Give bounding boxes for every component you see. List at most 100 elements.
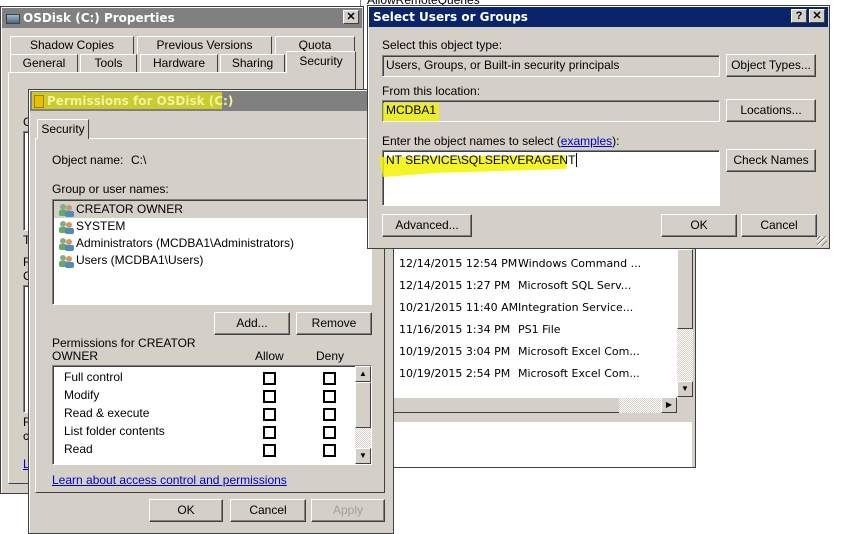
drive-icon <box>6 13 20 24</box>
permissions-ok-button[interactable]: OK <box>149 499 223 522</box>
explorer-vscroll-track[interactable] <box>677 329 693 381</box>
deny-checkbox[interactable] <box>323 444 336 457</box>
explorer-row-type[interactable]: Integration Service... <box>518 301 633 314</box>
group-names-list[interactable]: CREATOR OWNER SYSTEM Administrators (MCDBA… <box>52 199 372 305</box>
perm-scroll-thumb[interactable] <box>355 382 371 428</box>
permission-name: Modify <box>64 388 100 402</box>
select-cancel-button[interactable]: Cancel <box>741 214 817 237</box>
allow-checkbox[interactable] <box>263 426 276 439</box>
permissions-apply-button: Apply <box>311 499 385 522</box>
user-list-item[interactable]: Administrators (MCDBA1\Administrators) <box>54 235 370 252</box>
deny-header: Deny <box>316 349 345 363</box>
allow-checkbox[interactable] <box>263 408 276 421</box>
tab-shadow-copies[interactable]: Shadow Copies <box>10 36 134 54</box>
properties-title-bar: OSDisk (C:) Properties <box>2 8 362 28</box>
properties-close-button[interactable]: ✕ <box>343 10 359 24</box>
explorer-scroll-right-button[interactable]: ▶ <box>661 397 677 413</box>
perm-scroll-up-button[interactable]: ▲ <box>355 366 371 382</box>
learn-access-control-link[interactable]: Learn about access control and permissio… <box>52 473 287 487</box>
perm-scroll-track[interactable] <box>355 428 371 448</box>
permissions-tab-panel: Object name: C:\ Group or user names: CR… <box>35 138 385 493</box>
tab-previous-versions[interactable]: Previous Versions <box>137 36 272 54</box>
folder-icon <box>34 95 44 108</box>
advanced-button[interactable]: Advanced... <box>382 214 472 237</box>
deny-checkbox[interactable] <box>323 390 336 403</box>
explorer-row-type[interactable]: Microsoft Excel Com... <box>518 345 640 358</box>
tab-general[interactable]: General <box>10 54 78 72</box>
explorer-row-date[interactable]: 12/14/2015 1:27 PM <box>399 279 510 292</box>
enter-names-label: Enter the object names to select (exampl… <box>382 134 620 148</box>
user-name: SYSTEM <box>76 219 126 233</box>
permissions-dialog: Permissions for OSDisk (C:) Security Obj… <box>28 89 394 534</box>
check-names-button[interactable]: Check Names <box>726 149 816 172</box>
users-group-icon <box>58 254 74 268</box>
explorer-row-type[interactable]: Windows Command ... <box>518 257 641 270</box>
permission-name: Read <box>64 442 93 456</box>
select-users-dialog: Select Users or Groups ? ✕ Select this o… <box>367 5 830 249</box>
select-close-button[interactable]: ✕ <box>809 9 825 23</box>
permission-name: Read & execute <box>64 406 150 420</box>
users-group-icon <box>58 203 74 217</box>
tab-security[interactable]: Security <box>286 51 356 73</box>
locations-button[interactable]: Locations... <box>726 99 816 122</box>
add-button[interactable]: Add... <box>214 312 290 335</box>
deny-checkbox[interactable] <box>323 408 336 421</box>
explorer-details-pane <box>393 421 692 467</box>
user-name: CREATOR OWNER <box>76 202 183 216</box>
location-label: From this location: <box>382 84 481 98</box>
explorer-row-date[interactable]: 12/14/2015 12:54 PM <box>399 257 517 270</box>
explorer-hscroll-track[interactable] <box>619 398 663 413</box>
explorer-row-date[interactable]: 10/19/2015 2:54 PM <box>399 367 510 380</box>
allow-header: Allow <box>255 349 284 363</box>
text-cursor <box>576 153 578 167</box>
permissions-for-label-2: OWNER <box>52 349 98 363</box>
explorer-row-date[interactable]: 10/19/2015 3:04 PM <box>399 345 510 358</box>
permission-name: List folder contents <box>64 424 165 438</box>
examples-link[interactable]: examples <box>561 134 612 148</box>
tab-hardware[interactable]: Hardware <box>140 54 218 72</box>
explorer-row-date[interactable]: 11/16/2015 1:34 PM <box>399 323 510 336</box>
background-explorer-list: 12/14/2015 12:54 PM Windows Command ... 12… <box>385 248 696 468</box>
explorer-scroll-down-button[interactable]: ▼ <box>677 381 693 397</box>
object-types-button[interactable]: Object Types... <box>726 54 816 77</box>
tab-sharing[interactable]: Sharing <box>220 54 285 72</box>
user-list-item[interactable]: CREATOR OWNER <box>54 201 370 218</box>
object-name-value: C:\ <box>131 153 147 167</box>
object-type-field: Users, Groups, or Built-in security prin… <box>382 55 720 77</box>
allow-checkbox[interactable] <box>263 372 276 385</box>
users-group-icon <box>58 220 74 234</box>
help-button[interactable]: ? <box>791 9 807 23</box>
permissions-title-bar: Permissions for OSDisk (C:) <box>30 91 392 111</box>
select-ok-button[interactable]: OK <box>661 214 737 237</box>
group-names-label: Group or user names: <box>52 182 169 196</box>
object-name-label: Object name: <box>52 153 124 167</box>
select-users-title: Select Users or Groups <box>373 10 528 24</box>
deny-checkbox[interactable] <box>323 426 336 439</box>
explorer-row-type[interactable]: Microsoft Excel Com... <box>518 367 640 380</box>
permissions-title: Permissions for OSDisk (C:) <box>47 94 234 108</box>
location-field: MCDBA1 <box>382 100 720 122</box>
explorer-file-list: 12/14/2015 12:54 PM Windows Command ... 12… <box>393 249 678 399</box>
explorer-vscroll-thumb[interactable] <box>677 249 693 329</box>
tab-permissions-security[interactable]: Security <box>37 119 89 139</box>
perm-scroll-down-button[interactable]: ▼ <box>355 448 371 464</box>
allow-checkbox[interactable] <box>263 444 276 457</box>
explorer-row-date[interactable]: 10/21/2015 11:40 AM <box>399 301 518 314</box>
allow-checkbox[interactable] <box>263 390 276 403</box>
object-type-label: Select this object type: <box>382 38 503 52</box>
permissions-for-label-1: Permissions for CREATOR <box>52 336 196 350</box>
user-list-item[interactable]: Users (MCDBA1\Users) <box>54 252 370 269</box>
remove-button[interactable]: Remove <box>296 312 372 335</box>
explorer-row-type[interactable]: PS1 File <box>518 323 561 336</box>
select-users-title-bar: Select Users or Groups <box>369 7 828 27</box>
permission-name: Full control <box>64 370 123 384</box>
resize-grip-icon[interactable] <box>817 236 827 246</box>
permissions-cancel-button[interactable]: Cancel <box>230 499 306 522</box>
user-list-item[interactable]: SYSTEM <box>54 218 370 235</box>
explorer-row-type[interactable]: Microsoft SQL Serv... <box>518 279 631 292</box>
permissions-list: Full control Modify Read & execute List fol… <box>52 365 372 465</box>
users-group-icon <box>58 237 74 251</box>
deny-checkbox[interactable] <box>323 372 336 385</box>
tab-tools[interactable]: Tools <box>80 54 137 72</box>
object-names-input[interactable]: NT SERVICE\SQLSERVERAGENT <box>379 150 720 206</box>
